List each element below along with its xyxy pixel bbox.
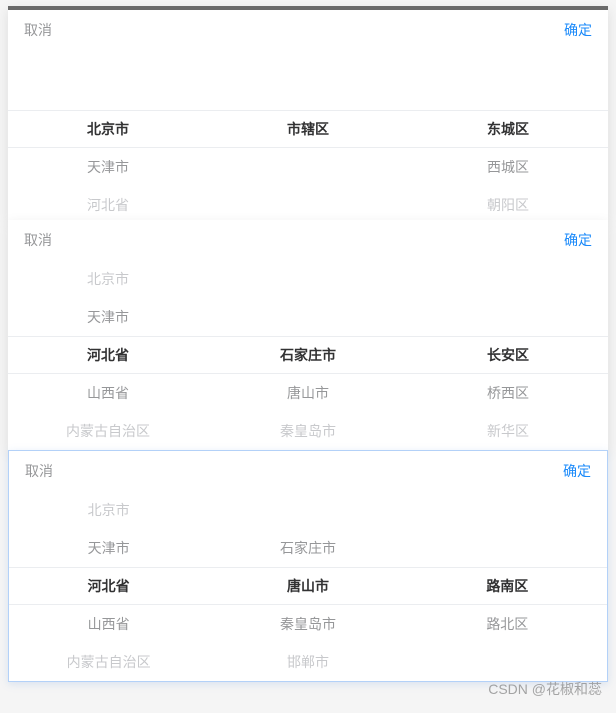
cancel-button[interactable]: 取消 [24,230,52,250]
picker-option[interactable] [408,298,608,336]
district-column[interactable]: 路南区 路北区 [408,491,607,681]
picker-option[interactable] [408,491,607,529]
picker-option[interactable]: 天津市 [9,529,208,567]
region-picker-3: 取消 确定 北京市 天津市 河北省 山西省 内蒙古自治区 石家庄市 唐山市 秦皇… [8,450,608,682]
picker-body: 北京市 天津市 河北省 山西省 内蒙古自治区 石家庄市 唐山市 秦皇岛市 长安区… [8,260,608,450]
picker-option[interactable]: 河北省 [8,336,208,374]
region-picker-1: 取消 确定 北京市 天津市 河北省 市辖区 东城区 西城区 朝阳区 [8,6,608,220]
picker-option[interactable]: 山西省 [9,605,208,643]
picker-option[interactable]: 桥西区 [408,374,608,412]
picker-option[interactable] [408,260,608,298]
picker-option[interactable] [208,298,408,336]
picker-option[interactable] [208,184,408,220]
picker-option[interactable]: 内蒙古自治区 [9,643,208,681]
picker-option[interactable]: 路南区 [408,567,607,605]
picker-option[interactable]: 内蒙古自治区 [8,412,208,450]
picker-option[interactable]: 北京市 [9,491,208,529]
confirm-button[interactable]: 确定 [564,20,592,40]
district-column[interactable]: 东城区 西城区 朝阳区 [408,110,608,220]
province-column[interactable]: 北京市 天津市 河北省 [8,110,208,220]
region-picker-2: 取消 确定 北京市 天津市 河北省 山西省 内蒙古自治区 石家庄市 唐山市 秦皇… [8,220,608,450]
cancel-button[interactable]: 取消 [25,461,53,481]
picker-option[interactable]: 北京市 [8,110,208,148]
picker-header: 取消 确定 [9,451,607,491]
picker-option[interactable]: 河北省 [9,567,208,605]
picker-option[interactable]: 唐山市 [208,374,408,412]
picker-option[interactable] [208,148,408,184]
picker-header: 取消 确定 [8,10,608,50]
picker-option[interactable]: 天津市 [8,148,208,186]
picker-option[interactable]: 河北省 [8,186,208,220]
picker-option[interactable]: 长安区 [408,336,608,374]
picker-body: 北京市 天津市 河北省 市辖区 东城区 西城区 朝阳区 [8,110,608,220]
city-column[interactable]: 石家庄市 唐山市 秦皇岛市 邯郸市 [208,491,407,681]
picker-option[interactable] [208,260,408,298]
picker-option[interactable]: 北京市 [8,260,208,298]
confirm-button[interactable]: 确定 [564,230,592,250]
picker-option[interactable] [408,643,607,681]
province-column[interactable]: 北京市 天津市 河北省 山西省 内蒙古自治区 [9,491,208,681]
picker-option[interactable]: 邯郸市 [208,643,407,681]
picker-option[interactable]: 市辖区 [208,110,408,148]
picker-option[interactable] [408,529,607,567]
spacer [8,50,608,110]
picker-option[interactable]: 东城区 [408,110,608,148]
picker-option[interactable]: 新华区 [408,412,608,450]
district-column[interactable]: 长安区 桥西区 新华区 [408,260,608,450]
picker-option[interactable]: 路北区 [408,605,607,643]
picker-option[interactable]: 唐山市 [208,567,407,605]
confirm-button[interactable]: 确定 [563,461,591,481]
picker-option[interactable] [208,491,407,529]
picker-option[interactable]: 石家庄市 [208,336,408,374]
picker-option[interactable]: 西城区 [408,148,608,186]
city-column[interactable]: 市辖区 [208,110,408,220]
picker-option[interactable]: 石家庄市 [208,529,407,567]
picker-option[interactable]: 朝阳区 [408,186,608,220]
picker-option[interactable]: 秦皇岛市 [208,412,408,450]
province-column[interactable]: 北京市 天津市 河北省 山西省 内蒙古自治区 [8,260,208,450]
picker-option[interactable]: 山西省 [8,374,208,412]
cancel-button[interactable]: 取消 [24,20,52,40]
picker-option[interactable]: 天津市 [8,298,208,336]
picker-header: 取消 确定 [8,220,608,260]
city-column[interactable]: 石家庄市 唐山市 秦皇岛市 [208,260,408,450]
picker-option[interactable]: 秦皇岛市 [208,605,407,643]
picker-body: 北京市 天津市 河北省 山西省 内蒙古自治区 石家庄市 唐山市 秦皇岛市 邯郸市… [9,491,607,681]
watermark: CSDN @花椒和蕊 [488,679,602,699]
